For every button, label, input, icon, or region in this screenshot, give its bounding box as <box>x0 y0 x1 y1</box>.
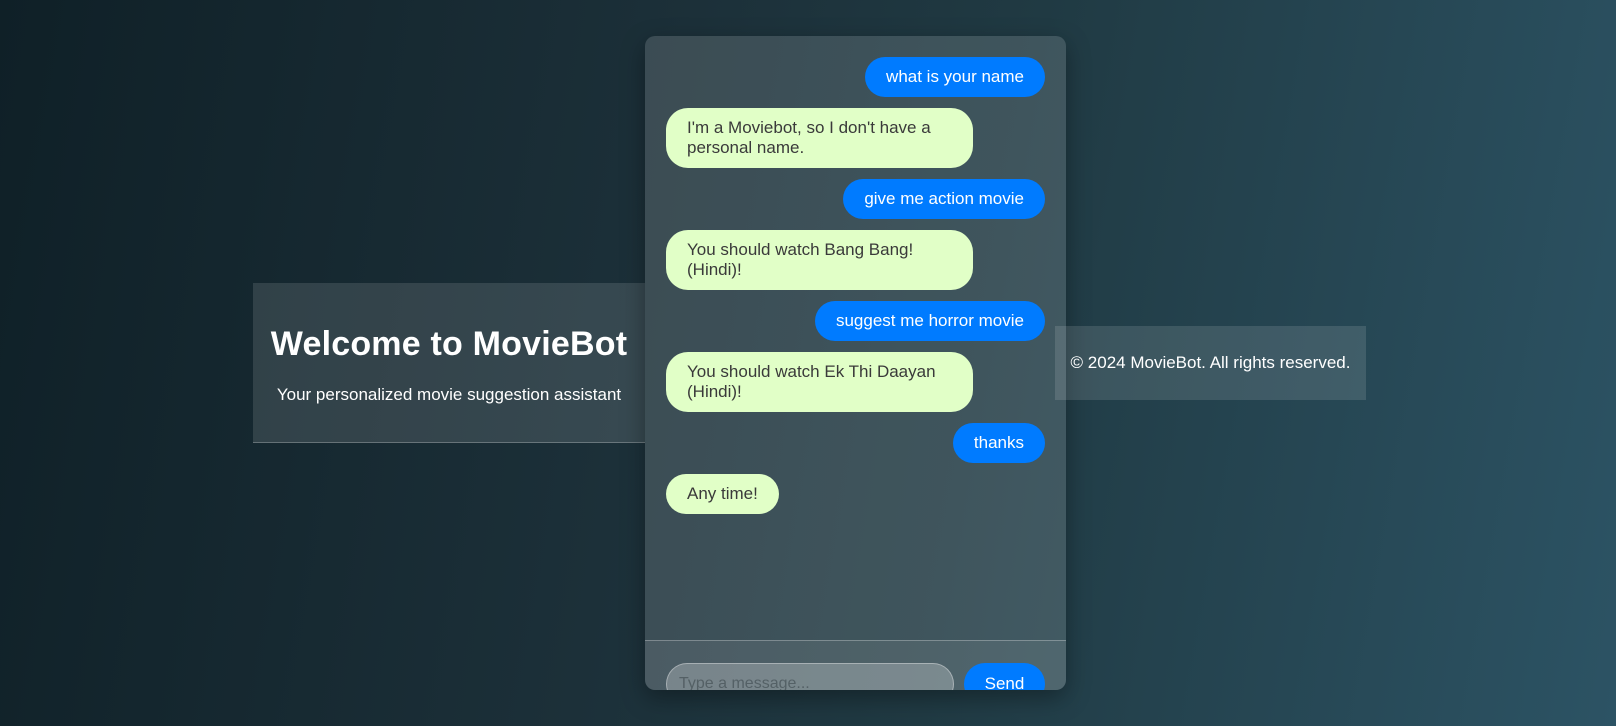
footer: © 2024 MovieBot. All rights reserved. <box>1055 326 1366 400</box>
bot-message: You should watch Bang Bang! (Hindi)! <box>666 230 973 290</box>
user-message: what is your name <box>865 57 1045 97</box>
user-message: give me action movie <box>843 179 1045 219</box>
page-title: Welcome to MovieBot <box>270 325 628 363</box>
bot-message: Any time! <box>666 474 779 514</box>
chat-window: what is your name I'm a Moviebot, so I d… <box>645 36 1066 690</box>
message-input[interactable] <box>666 663 954 690</box>
send-button[interactable]: Send <box>964 663 1045 690</box>
bot-message: You should watch Ek Thi Daayan (Hindi)! <box>666 352 973 412</box>
message-list[interactable]: what is your name I'm a Moviebot, so I d… <box>645 36 1066 604</box>
page-subtitle: Your personalized movie suggestion assis… <box>276 385 622 404</box>
user-message: thanks <box>952 423 1045 463</box>
user-message: suggest me horror movie <box>814 301 1045 341</box>
bot-message: I'm a Moviebot, so I don't have a person… <box>666 108 973 168</box>
message-input-bar: Send <box>645 640 1066 690</box>
welcome-header: Welcome to MovieBot Your personalized mo… <box>253 283 645 443</box>
copyright-text: © 2024 MovieBot. All rights reserved. <box>1070 353 1351 372</box>
